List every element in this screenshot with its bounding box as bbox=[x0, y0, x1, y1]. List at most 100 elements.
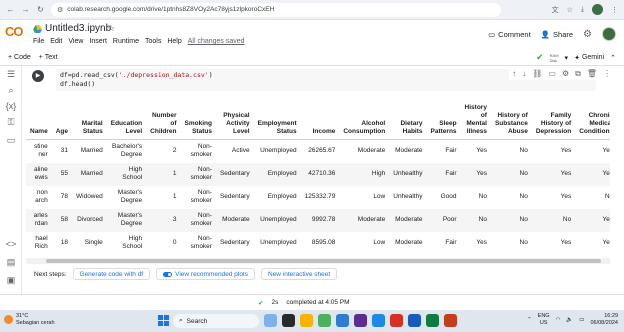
menu-insert[interactable]: Insert bbox=[89, 38, 107, 45]
resource-monitor[interactable]: RAM Disk bbox=[550, 53, 559, 63]
interactive-sheet-button[interactable]: New interactive sheet bbox=[261, 268, 338, 280]
mirror-cell-icon[interactable]: ⧉ bbox=[575, 69, 581, 79]
teams-app-icon[interactable] bbox=[354, 314, 367, 327]
runtime-status: ✔ RAM Disk ▾ ✦ Gemini ⌃ bbox=[536, 52, 616, 63]
profile-avatar[interactable] bbox=[592, 4, 603, 15]
user-avatar[interactable] bbox=[602, 27, 616, 41]
recommended-plots-button[interactable]: View recommended plots bbox=[156, 268, 255, 280]
horizontal-scrollbar[interactable] bbox=[26, 258, 610, 264]
table-cell: Master's Degree bbox=[117, 189, 143, 204]
terminal-icon[interactable]: ▣ bbox=[5, 274, 17, 286]
settings-gear-icon[interactable]: ⚙ bbox=[583, 29, 592, 40]
menu-edit[interactable]: Edit bbox=[50, 38, 62, 45]
colab-logo[interactable]: CO bbox=[5, 24, 23, 39]
run-cell-button[interactable]: ▶ bbox=[32, 70, 44, 82]
variables-icon[interactable]: {x} bbox=[5, 100, 17, 112]
windows-start-icon[interactable] bbox=[158, 315, 169, 326]
menu-tools[interactable]: Tools bbox=[145, 38, 161, 45]
secrets-key-icon[interactable]: ⚿ bbox=[5, 116, 17, 128]
site-info-icon[interactable]: ⚙ bbox=[57, 6, 63, 14]
address-bar[interactable]: ⚙ colab.research.google.com/drive/1ptnhs… bbox=[51, 2, 501, 17]
menu-view[interactable]: View bbox=[68, 38, 83, 45]
share-button[interactable]: 👤 Share bbox=[541, 30, 573, 39]
file-explorer-icon[interactable] bbox=[300, 314, 313, 327]
store-app-icon[interactable] bbox=[372, 314, 385, 327]
add-code-button[interactable]: + Code bbox=[8, 54, 31, 61]
table-cell: Employed bbox=[253, 162, 301, 186]
column-header: Smoking Status bbox=[180, 104, 216, 140]
menu-help[interactable]: Help bbox=[167, 38, 181, 45]
runtime-dropdown-icon[interactable]: ▾ bbox=[565, 54, 569, 62]
generate-code-button[interactable]: Generate code with df bbox=[72, 268, 151, 280]
menu-runtime[interactable]: Runtime bbox=[113, 38, 139, 45]
table-cell: No bbox=[519, 239, 528, 246]
table-cell: Unhealthy bbox=[393, 193, 423, 200]
files-folder-icon[interactable]: ▭ bbox=[5, 134, 17, 146]
task-view-icon[interactable] bbox=[282, 314, 295, 327]
more-icon[interactable]: ⋮ bbox=[603, 69, 611, 79]
table-cell: Yes bbox=[560, 193, 572, 200]
execution-status[interactable]: ✔ 2s completed at 4:05 PM bbox=[258, 299, 350, 307]
save-status[interactable]: All changes saved bbox=[188, 38, 245, 45]
star-icon[interactable]: ☆ bbox=[107, 23, 115, 34]
language-indicator[interactable]: ENG US bbox=[538, 313, 550, 326]
table-cell: Employed bbox=[267, 193, 297, 200]
header-actions: ▭ Comment 👤 Share ⚙ bbox=[488, 27, 616, 41]
table-cell: High bbox=[339, 162, 390, 186]
table-cell: Divorced bbox=[72, 208, 107, 232]
comment-cell-icon[interactable]: ▭ bbox=[548, 69, 556, 79]
pdf-app-icon[interactable] bbox=[390, 314, 403, 327]
notebook-title[interactable]: Untitled3.ipynb bbox=[45, 23, 111, 34]
gemini-icon: ✦ bbox=[574, 54, 580, 62]
table-cell: Moderate bbox=[395, 239, 423, 246]
search-icon[interactable]: ⌕ bbox=[5, 84, 17, 96]
table-cell: Widowed bbox=[76, 193, 103, 200]
weather-widget[interactable]: 31°C Sebagian cerah bbox=[4, 313, 55, 326]
scrollbar-thumb[interactable] bbox=[46, 259, 601, 263]
edge-app-icon[interactable] bbox=[336, 314, 349, 327]
command-palette-icon[interactable]: ▤ bbox=[5, 256, 17, 268]
toc-icon[interactable]: ☰ bbox=[5, 68, 17, 80]
back-icon[interactable]: ← bbox=[6, 5, 15, 14]
move-up-icon[interactable]: ↑ bbox=[512, 69, 516, 79]
move-down-icon[interactable]: ↓ bbox=[522, 69, 526, 79]
browser-menu-icon[interactable]: ⋮ bbox=[611, 6, 618, 14]
wifi-icon[interactable]: ◠ bbox=[556, 317, 561, 323]
battery-icon[interactable]: ▭ bbox=[579, 317, 584, 323]
next-steps-label: Next steps: bbox=[34, 270, 67, 278]
menu-bar: File Edit View Insert Runtime Tools Help… bbox=[33, 38, 245, 45]
excel-app-icon[interactable] bbox=[426, 314, 439, 327]
table-cell: Moderate bbox=[339, 208, 390, 232]
download-icon[interactable]: ⤓ bbox=[581, 6, 584, 14]
menu-file[interactable]: File bbox=[33, 38, 44, 45]
code-cell[interactable]: ▶ df=pd.read_csv('./depression_data.csv'… bbox=[26, 66, 622, 96]
settings-icon[interactable]: ⚙ bbox=[562, 69, 569, 79]
word-app-icon[interactable] bbox=[408, 314, 421, 327]
table-cell: Moderate bbox=[389, 208, 427, 232]
gemini-button[interactable]: ✦ Gemini bbox=[574, 54, 604, 62]
system-clock[interactable]: 16:29 06/08/2024 bbox=[590, 313, 618, 326]
add-text-button[interactable]: + Text bbox=[39, 54, 58, 61]
tray-chevron-icon[interactable]: ⌃ bbox=[527, 317, 532, 323]
table-cell: No bbox=[460, 208, 491, 232]
delete-icon[interactable]: 🗑 bbox=[587, 69, 597, 79]
link-icon[interactable]: ⛓ bbox=[532, 69, 542, 79]
bookmark-star-icon[interactable]: ☆ bbox=[567, 6, 573, 14]
table-cell: Yes bbox=[476, 239, 487, 246]
table-cell: 42710.36 bbox=[300, 162, 340, 186]
volume-icon[interactable]: 🔈 bbox=[566, 317, 573, 323]
chrome-app-icon[interactable] bbox=[318, 314, 331, 327]
table-cell: High School bbox=[122, 235, 143, 250]
forward-icon[interactable]: → bbox=[21, 5, 30, 14]
table-cell: Fair bbox=[445, 239, 457, 246]
translate-icon[interactable]: 文 bbox=[552, 5, 559, 15]
taskbar-search[interactable]: ⌕ Search bbox=[173, 314, 259, 328]
table-cell: 1 bbox=[146, 162, 181, 186]
table-cell: Low bbox=[373, 239, 386, 246]
reload-icon[interactable]: ↻ bbox=[36, 5, 45, 14]
code-snippets-icon[interactable]: <> bbox=[5, 238, 17, 250]
widgets-app-icon[interactable] bbox=[264, 314, 277, 327]
powerpoint-app-icon[interactable] bbox=[444, 314, 457, 327]
comment-button[interactable]: ▭ Comment bbox=[488, 30, 531, 39]
collapse-icon[interactable]: ⌃ bbox=[610, 54, 616, 62]
